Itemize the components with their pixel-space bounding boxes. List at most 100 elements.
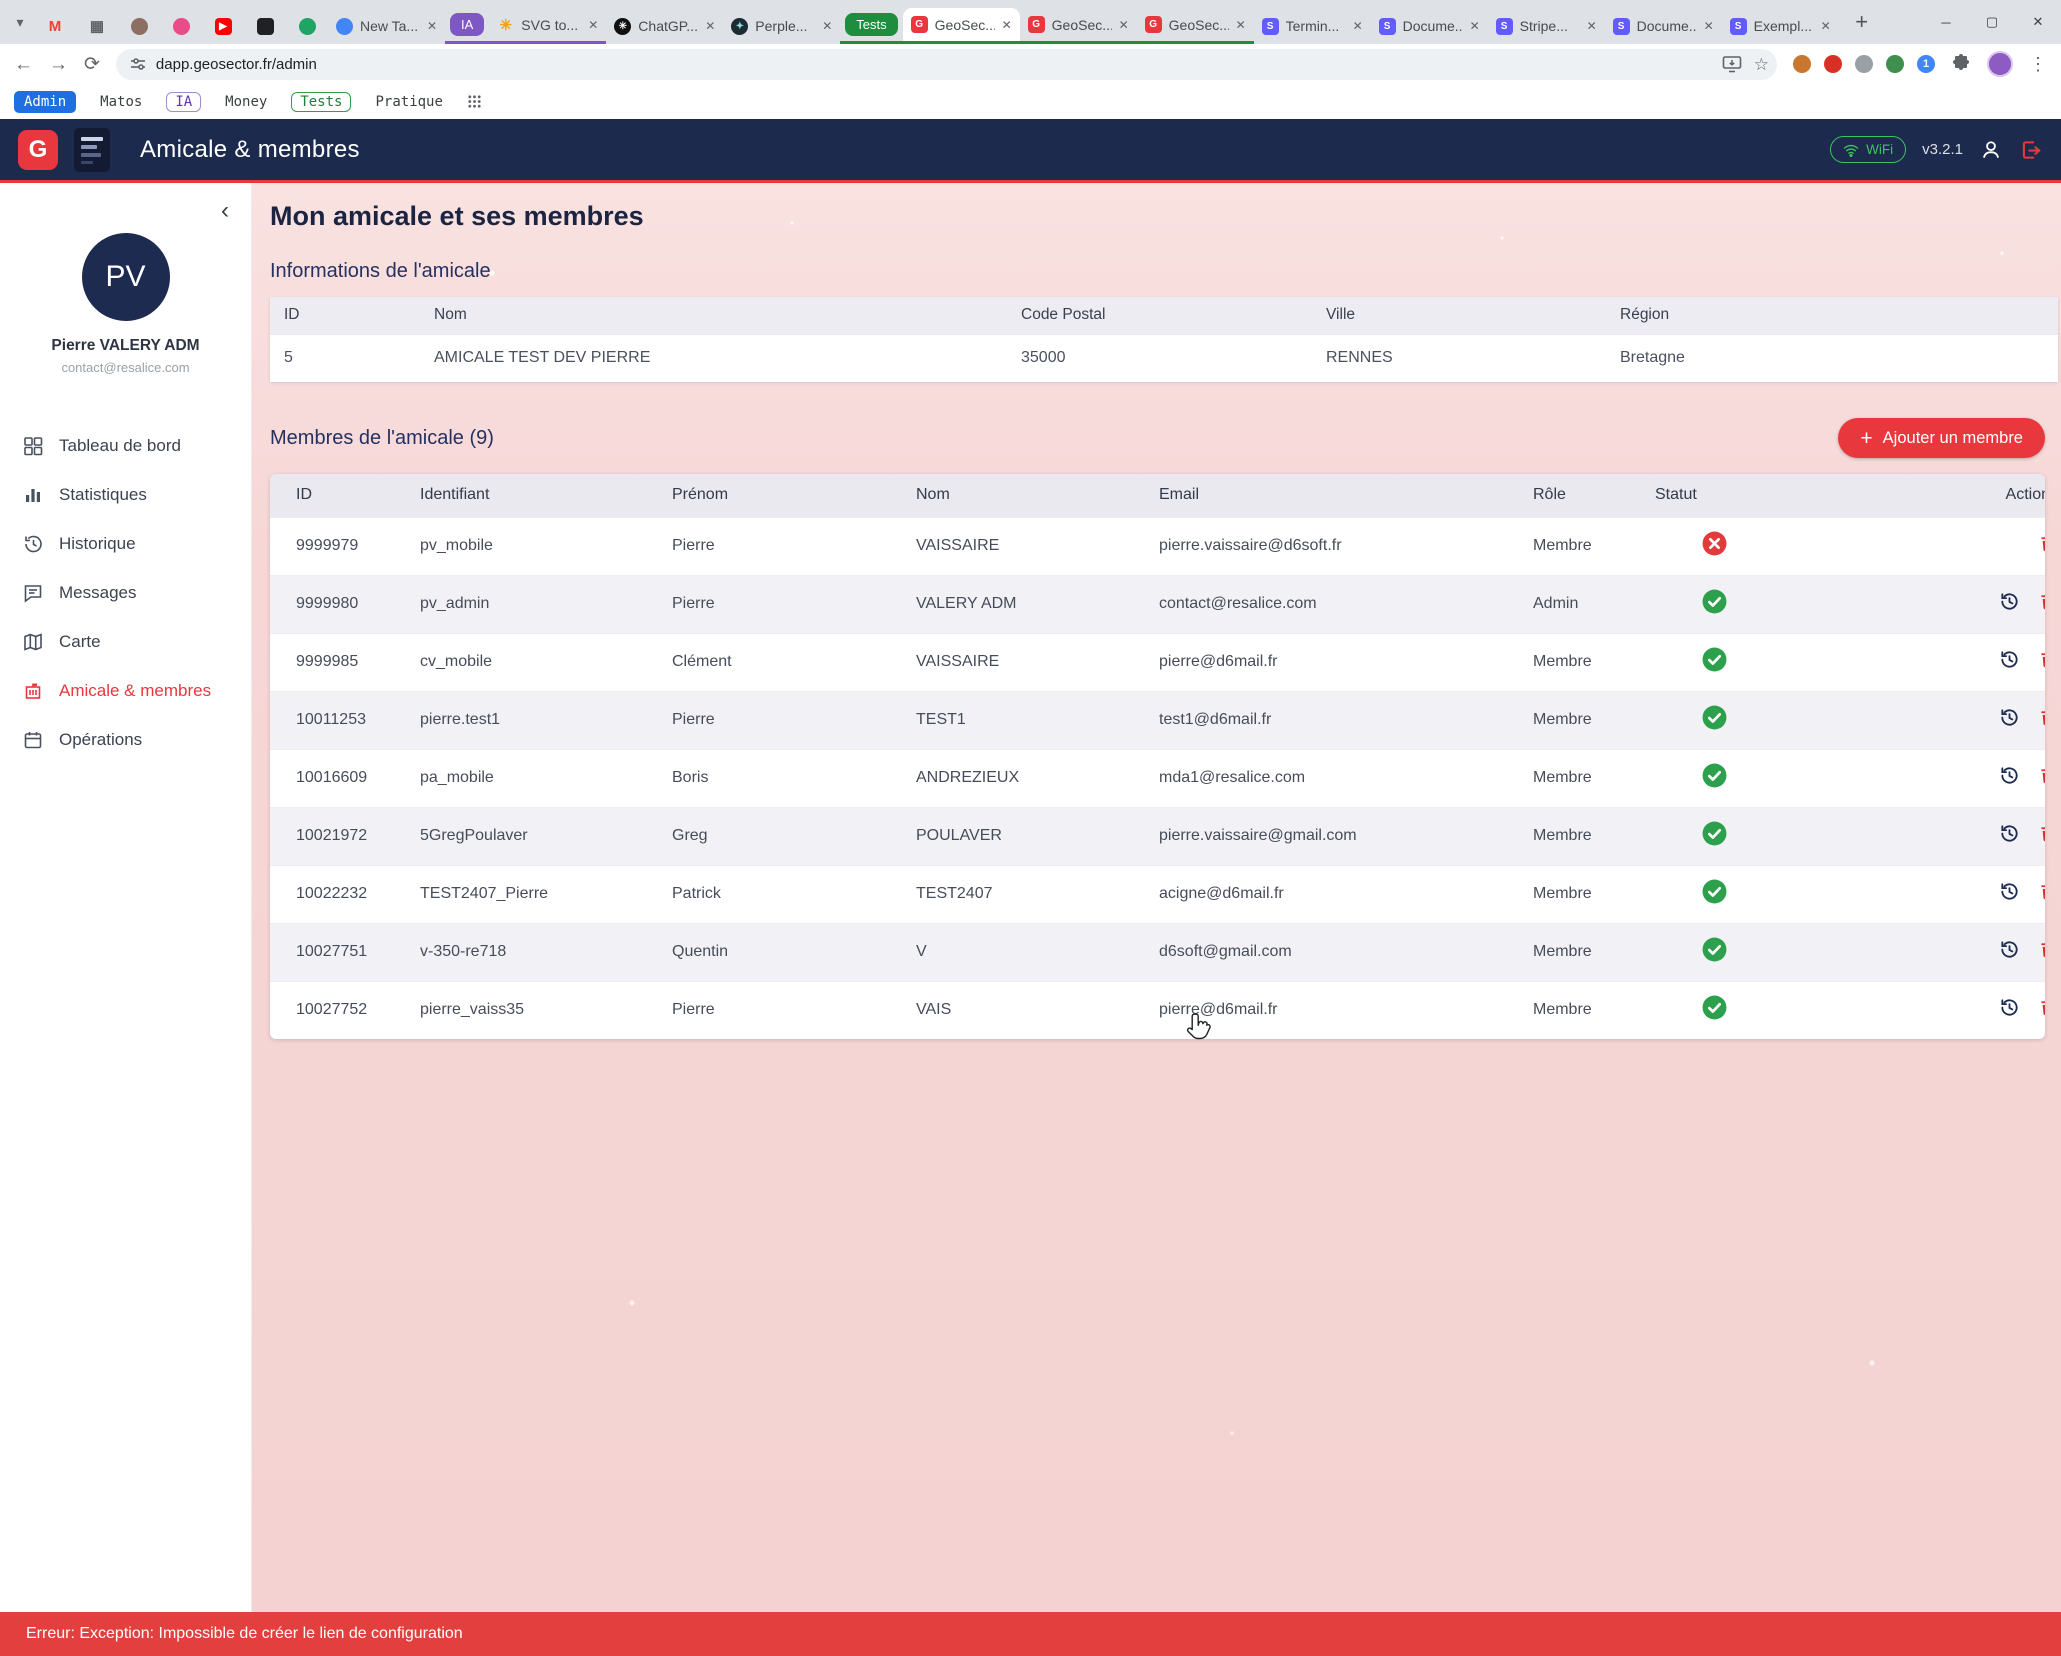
ext-green-icon[interactable] xyxy=(1886,55,1904,73)
member-prenom: Quentin xyxy=(672,923,916,981)
tab-close-icon[interactable]: ✕ xyxy=(588,18,598,32)
member-id: 10022232 xyxy=(270,865,420,923)
delete-member-button[interactable] xyxy=(2037,707,2045,733)
ext-gray-icon[interactable] xyxy=(1855,55,1873,73)
member-nom: ANDREZIEUX xyxy=(916,749,1159,807)
bookmarks-apps-grid-icon[interactable] xyxy=(467,94,482,109)
window-minimize-button[interactable]: ─ xyxy=(1923,0,1969,44)
member-prenom: Patrick xyxy=(672,865,916,923)
bookmark-admin[interactable]: Admin xyxy=(14,91,76,113)
member-actions-cell xyxy=(1936,517,2045,575)
sidebar-item-stats[interactable]: Statistiques xyxy=(0,470,251,519)
bookmark-pratique[interactable]: Pratique xyxy=(375,94,442,110)
user-account-icon[interactable] xyxy=(1979,138,2003,162)
browser-tab[interactable]: STermin...✕ xyxy=(1254,8,1371,44)
browser-tab[interactable]: ✳ChatGP...✕ xyxy=(606,8,723,44)
browser-tab[interactable]: SExempl...✕ xyxy=(1722,8,1839,44)
forward-icon[interactable]: → xyxy=(49,55,68,74)
tab-close-icon[interactable]: ✕ xyxy=(1119,18,1129,32)
tab-close-icon[interactable]: ✕ xyxy=(1002,18,1012,32)
pinned-tab[interactable] xyxy=(118,8,160,44)
pinned-tab[interactable]: M xyxy=(34,8,76,44)
delete-member-button[interactable] xyxy=(2037,939,2045,965)
browser-menu-icon[interactable]: ⋮ xyxy=(2029,54,2047,75)
tab-group-chip[interactable]: Tests xyxy=(845,13,897,36)
tab-close-icon[interactable]: ✕ xyxy=(1821,19,1831,33)
pinned-tab[interactable] xyxy=(286,8,328,44)
tab-search-chevron-icon[interactable]: ▾ xyxy=(10,14,30,31)
window-maximize-button[interactable]: ▢ xyxy=(1969,0,2015,44)
tab-close-icon[interactable]: ✕ xyxy=(1353,19,1363,33)
window-close-button[interactable]: ✕ xyxy=(2015,0,2061,44)
window-controls: ─ ▢ ✕ xyxy=(1923,0,2061,44)
pinned-tab[interactable]: ▶ xyxy=(202,8,244,44)
sidebar-item-members[interactable]: Amicale & membres xyxy=(0,666,251,715)
browser-tab[interactable]: GGeoSec...✕ xyxy=(903,8,1020,44)
tab-close-icon[interactable]: ✕ xyxy=(1470,19,1480,33)
pinned-tab[interactable] xyxy=(160,8,202,44)
tab-close-icon[interactable]: ✕ xyxy=(705,19,715,33)
delete-member-button[interactable] xyxy=(2037,881,2045,907)
avatar-initials: PV xyxy=(105,260,145,294)
new-tab-button[interactable]: + xyxy=(1847,7,1877,37)
tab-close-icon[interactable]: ✕ xyxy=(427,19,437,33)
restore-member-button[interactable] xyxy=(1998,590,2021,618)
sidebar-item-messages[interactable]: Messages xyxy=(0,568,251,617)
delete-member-button[interactable] xyxy=(2037,765,2045,791)
browser-tab[interactable]: ✳SVG to...✕ xyxy=(489,8,606,44)
bookmark-tests[interactable]: Tests xyxy=(291,92,351,112)
browser-tab[interactable]: ✦Perple...✕ xyxy=(723,8,840,44)
delete-member-button[interactable] xyxy=(2037,997,2045,1023)
restore-member-button[interactable] xyxy=(1998,996,2021,1024)
sidebar-item-map[interactable]: Carte xyxy=(0,617,251,666)
tab-group-chip[interactable]: IA xyxy=(450,13,484,36)
browser-profile-avatar[interactable] xyxy=(1987,51,2013,77)
back-icon[interactable]: ← xyxy=(14,55,33,74)
bookmark-matos[interactable]: Matos xyxy=(100,94,142,110)
browser-tab[interactable]: SDocume...✕ xyxy=(1605,8,1722,44)
address-bar[interactable]: dapp.geosector.fr/admin ☆ xyxy=(116,49,1777,80)
restore-member-button[interactable] xyxy=(1998,822,2021,850)
bookmark-ia[interactable]: IA xyxy=(166,92,201,112)
url-text[interactable]: dapp.geosector.fr/admin xyxy=(156,56,1712,73)
restore-member-button[interactable] xyxy=(1998,938,2021,966)
pinned-tab[interactable] xyxy=(244,8,286,44)
delete-member-button[interactable] xyxy=(2037,591,2045,617)
add-member-button[interactable]: + Ajouter un membre xyxy=(1838,418,2045,458)
delete-member-button[interactable] xyxy=(2037,823,2045,849)
sidebar-collapse-icon[interactable]: ‹ xyxy=(221,199,229,223)
install-app-icon[interactable] xyxy=(1722,55,1742,73)
member-identifiant: pv_admin xyxy=(420,575,672,633)
bookmark-star-icon[interactable]: ☆ xyxy=(1754,56,1769,73)
browser-tab[interactable]: New Ta...✕ xyxy=(328,8,445,44)
ext-shield-red-icon[interactable] xyxy=(1824,55,1842,73)
tab-favicon xyxy=(299,18,316,35)
browser-tab[interactable]: GGeoSec...✕ xyxy=(1137,8,1254,44)
sidebar-item-dashboard[interactable]: Tableau de bord xyxy=(0,421,251,470)
pinned-tab[interactable]: ▦ xyxy=(76,8,118,44)
delete-member-button[interactable] xyxy=(2037,649,2045,675)
logout-icon[interactable] xyxy=(2019,138,2043,162)
bookmark-money[interactable]: Money xyxy=(225,94,267,110)
ext-blue-icon[interactable]: 1 xyxy=(1917,55,1935,73)
sidebar-item-history[interactable]: Historique xyxy=(0,519,251,568)
sidebar-item-operations[interactable]: Opérations xyxy=(0,715,251,764)
restore-member-button[interactable] xyxy=(1998,880,2021,908)
tab-close-icon[interactable]: ✕ xyxy=(1704,19,1714,33)
restore-member-button[interactable] xyxy=(1998,764,2021,792)
reload-icon[interactable]: ⟳ xyxy=(84,55,100,74)
browser-tab[interactable]: SDocume...✕ xyxy=(1371,8,1488,44)
tab-close-icon[interactable]: ✕ xyxy=(1236,18,1246,32)
tab-close-icon[interactable]: ✕ xyxy=(822,19,832,33)
delete-member-button[interactable] xyxy=(2037,533,2045,559)
tab-close-icon[interactable]: ✕ xyxy=(1587,19,1597,33)
restore-member-button[interactable] xyxy=(1998,706,2021,734)
tab-favicon: S xyxy=(1379,18,1396,35)
geosector-logo[interactable]: G xyxy=(18,130,58,170)
puzzle-extensions-icon[interactable] xyxy=(1951,54,1971,74)
restore-member-button[interactable] xyxy=(1998,648,2021,676)
ext-orange-icon[interactable] xyxy=(1793,55,1811,73)
browser-tab[interactable]: GGeoSec...✕ xyxy=(1020,8,1137,44)
browser-tab[interactable]: SStripe...✕ xyxy=(1488,8,1605,44)
site-settings-icon[interactable] xyxy=(130,56,146,72)
